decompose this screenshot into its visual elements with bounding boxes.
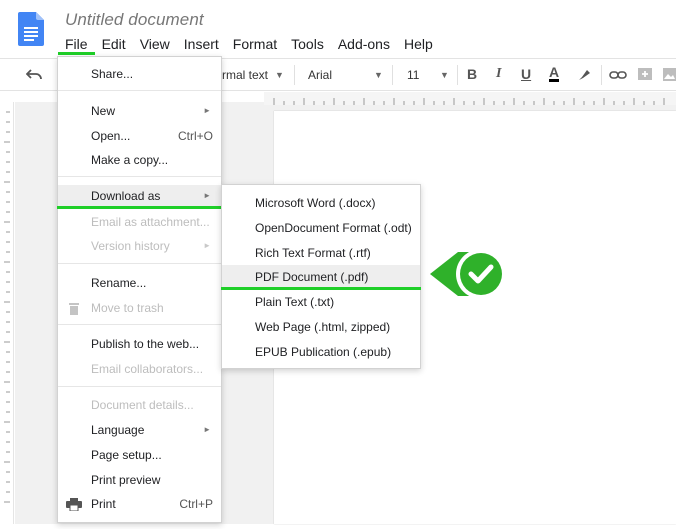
menu-item-document-details[interactable]: Document details... [58,394,221,416]
menu-item-label: Share... [91,67,134,81]
menu-item-label: Publish to the web... [91,337,200,351]
document-title[interactable]: Untitled document [65,10,204,30]
chevron-down-icon: ▼ [440,70,449,80]
menu-divider [58,386,221,387]
printer-icon [66,498,82,511]
menu-item-label: Version history [91,239,170,253]
download-pdf[interactable]: PDF Document (.pdf) [222,265,420,289]
menu-add-ons[interactable]: Add-ons [331,33,397,55]
shortcut-label: Ctrl+P [179,497,213,511]
menu-item-label: Page setup... [91,448,162,462]
image-icon[interactable] [662,67,676,83]
bold-button[interactable]: B [467,66,477,82]
text-color-button[interactable]: A [549,65,560,82]
menu-item-label: Move to trash [91,301,164,315]
menu-insert[interactable]: Insert [177,33,226,55]
menu-file[interactable]: File [58,33,95,55]
toolbar-divider [601,65,602,85]
menu-item-make-a-copy[interactable]: Make a copy... [58,149,221,171]
submenu-arrow-icon: ► [203,106,211,115]
menu-divider [58,324,221,325]
file-menu: Share... New ► Open... Ctrl+O Make a copy.… [57,56,222,523]
link-icon[interactable] [609,67,627,83]
font-size-select[interactable]: 11 [407,68,419,82]
toolbar-divider [392,65,393,85]
menu-help[interactable]: Help [397,33,440,55]
toolbar-divider [457,65,458,85]
menu-divider [58,90,221,91]
highlight-underline [57,206,222,209]
menu-item-rename[interactable]: Rename... [58,272,221,294]
menu-divider [58,263,221,264]
docs-logo-icon[interactable] [18,12,44,46]
download-epub[interactable]: EPUB Publication (.epub) [222,340,420,364]
menu-item-open[interactable]: Open... Ctrl+O [58,125,221,147]
menu-item-version-history[interactable]: Version history ► [58,235,221,257]
highlight-underline [221,287,421,290]
font-select[interactable]: Arial [308,68,332,82]
menu-edit[interactable]: Edit [95,33,133,55]
download-rtf[interactable]: Rich Text Format (.rtf) [222,241,420,265]
menu-item-download-as[interactable]: Download as ► [58,185,221,207]
download-txt[interactable]: Plain Text (.txt) [222,290,420,314]
chevron-down-icon: ▼ [374,70,383,80]
menu-item-label: Open... [91,129,131,143]
menu-tools[interactable]: Tools [284,33,331,55]
undo-icon[interactable] [26,68,42,82]
vertical-ruler [0,102,14,524]
menu-divider [58,176,221,177]
menu-item-label: Print preview [91,473,161,487]
horizontal-ruler [264,92,676,105]
menu-item-label: New [91,104,116,118]
menu-item-email-collaborators[interactable]: Email collaborators... [58,358,221,380]
shortcut-label: Ctrl+O [177,129,213,143]
menu-item-label: Make a copy... [91,153,169,167]
italic-button[interactable]: I [496,66,501,82]
menu-item-new[interactable]: New ► [58,100,221,122]
menu-item-label: Rename... [91,276,147,290]
download-docx[interactable]: Microsoft Word (.docx) [222,191,420,215]
menu-bar: File Edit View Insert Format Tools Add-o… [58,33,440,55]
download-as-submenu: Microsoft Word (.docx) OpenDocument Form… [221,184,421,369]
menu-item-label: Download as [91,189,161,203]
menu-view[interactable]: View [133,33,177,55]
underline-button[interactable]: U [521,66,531,82]
highlight-icon[interactable] [576,67,592,83]
menu-item-share[interactable]: Share... [58,63,221,85]
download-odt[interactable]: OpenDocument Format (.odt) [222,216,420,240]
trash-icon [69,303,79,315]
download-html[interactable]: Web Page (.html, zipped) [222,315,420,339]
menu-item-page-setup[interactable]: Page setup... [58,444,221,466]
add-comment-icon[interactable] [637,67,653,83]
submenu-arrow-icon: ► [203,191,211,200]
menu-item-label: Print [91,497,116,511]
check-icon [430,249,506,299]
submenu-arrow-icon: ► [203,241,211,250]
menu-item-label: Document details... [91,398,194,412]
submenu-arrow-icon: ► [203,425,211,434]
menu-item-label: Language [91,423,145,437]
menu-item-move-to-trash[interactable]: Move to trash [58,297,221,319]
menu-item-print[interactable]: Print Ctrl+P [58,493,221,515]
menu-item-language[interactable]: Language ► [58,419,221,441]
menu-format[interactable]: Format [226,33,284,55]
toolbar-divider [294,65,295,85]
paragraph-style-select[interactable]: rmal text [222,68,268,82]
menu-item-label: Email as attachment... [91,215,210,229]
menu-item-email-as-attachment[interactable]: Email as attachment... [58,211,221,233]
chevron-down-icon: ▼ [275,70,284,80]
menu-item-publish-to-web[interactable]: Publish to the web... [58,333,221,355]
menu-item-print-preview[interactable]: Print preview [58,469,221,491]
menu-item-label: Email collaborators... [91,362,204,376]
